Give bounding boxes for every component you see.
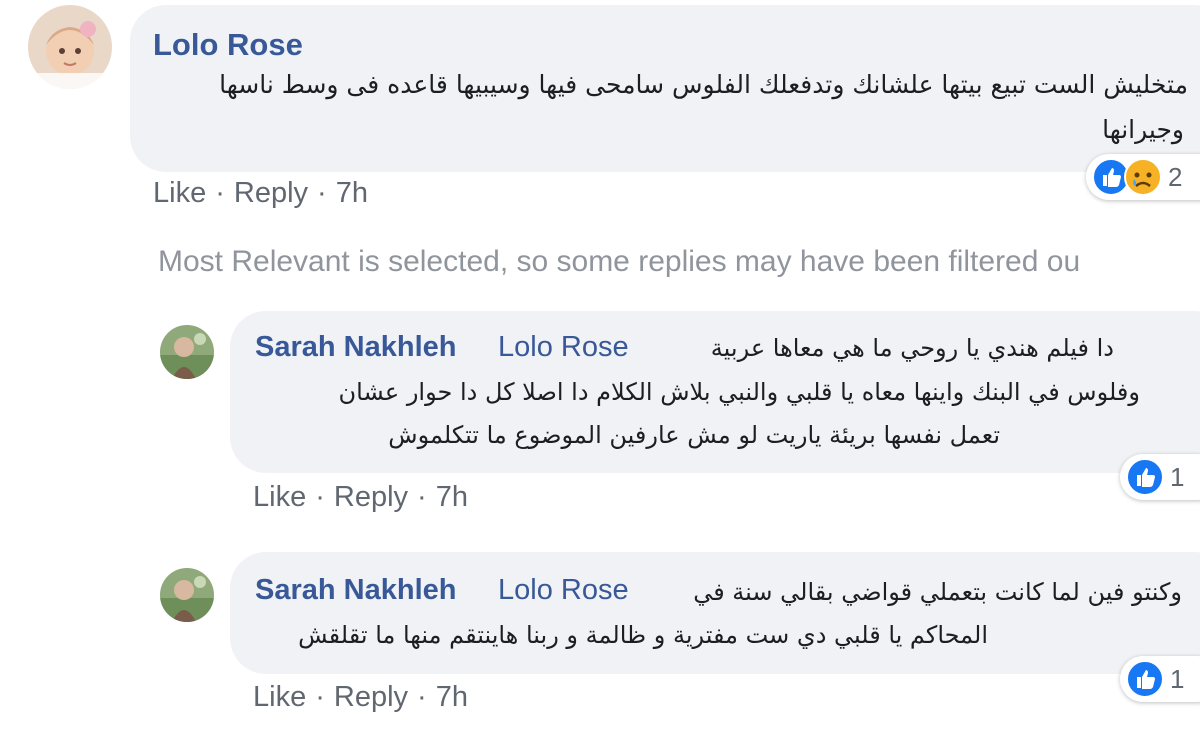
avatar-image	[28, 5, 112, 89]
comment-text-line-2: وجيرانها	[1102, 115, 1184, 144]
comment-text-line-1: متخليش الست تبيع بيتها علشانك وتدفعلك ال…	[219, 70, 1188, 99]
separator-dot: ·	[315, 681, 325, 713]
reply-reactions[interactable]: 1	[1120, 454, 1200, 500]
reply-mention[interactable]: Lolo Rose	[498, 331, 629, 364]
reply-author[interactable]: Sarah Nakhleh	[255, 331, 456, 364]
comment-actions: Like · Reply · 7h	[153, 177, 368, 210]
reply-reaction-count: 1	[1170, 461, 1185, 492]
separator-dot: ·	[315, 481, 325, 513]
like-icon	[1126, 458, 1164, 496]
reply-link[interactable]: Reply	[334, 681, 408, 714]
reply-text-line-2: المحاكم يا قلبي دي ست مفترية و ظالمة و ر…	[298, 621, 988, 649]
timestamp[interactable]: 7h	[336, 177, 368, 210]
reply-text-line-1: وكنتو فين لما كانت بتعملي قواضي بقالي سن…	[693, 578, 1182, 606]
separator-dot: ·	[417, 681, 427, 713]
separator-dot: ·	[215, 177, 225, 209]
timestamp[interactable]: 7h	[436, 481, 468, 514]
avatar-image	[160, 568, 214, 622]
comment-reaction-count: 2	[1168, 161, 1183, 192]
reply-mention[interactable]: Lolo Rose	[498, 574, 629, 607]
like-link[interactable]: Like	[253, 481, 306, 514]
reply-actions: Like · Reply · 7h	[253, 681, 468, 714]
reply-link[interactable]: Reply	[234, 177, 308, 210]
reply-bubble	[230, 552, 1200, 674]
reply-text-line-1: دا فيلم هندي يا روحي ما هي معاها عربية	[710, 334, 1114, 362]
comment-reactions[interactable]: 2	[1086, 154, 1200, 200]
avatar-sarah-nakhleh[interactable]	[160, 568, 214, 622]
reply-reactions[interactable]: 1	[1120, 656, 1200, 702]
separator-dot: ·	[417, 481, 427, 513]
avatar-image	[160, 325, 214, 379]
like-icon	[1126, 660, 1164, 698]
reply-author[interactable]: Sarah Nakhleh	[255, 574, 456, 607]
reply-text-line-2: وفلوس في البنك واينها معاه يا قلبي والنب…	[338, 378, 1140, 406]
reply-reaction-count: 1	[1170, 663, 1185, 694]
like-link[interactable]: Like	[153, 177, 206, 210]
sad-icon	[1124, 158, 1162, 196]
comment-author[interactable]: Lolo Rose	[153, 27, 303, 63]
timestamp[interactable]: 7h	[436, 681, 468, 714]
like-link[interactable]: Like	[253, 681, 306, 714]
avatar-lolo-rose[interactable]	[28, 5, 112, 89]
reply-actions: Like · Reply · 7h	[253, 481, 468, 514]
separator-dot: ·	[317, 177, 327, 209]
reply-text-line-3: تعمل نفسها بريئة ياريت لو مش عارفين المو…	[388, 421, 1000, 449]
avatar-sarah-nakhleh[interactable]	[160, 325, 214, 379]
filter-notice: Most Relevant is selected, so some repli…	[158, 245, 1081, 278]
reply-link[interactable]: Reply	[334, 481, 408, 514]
